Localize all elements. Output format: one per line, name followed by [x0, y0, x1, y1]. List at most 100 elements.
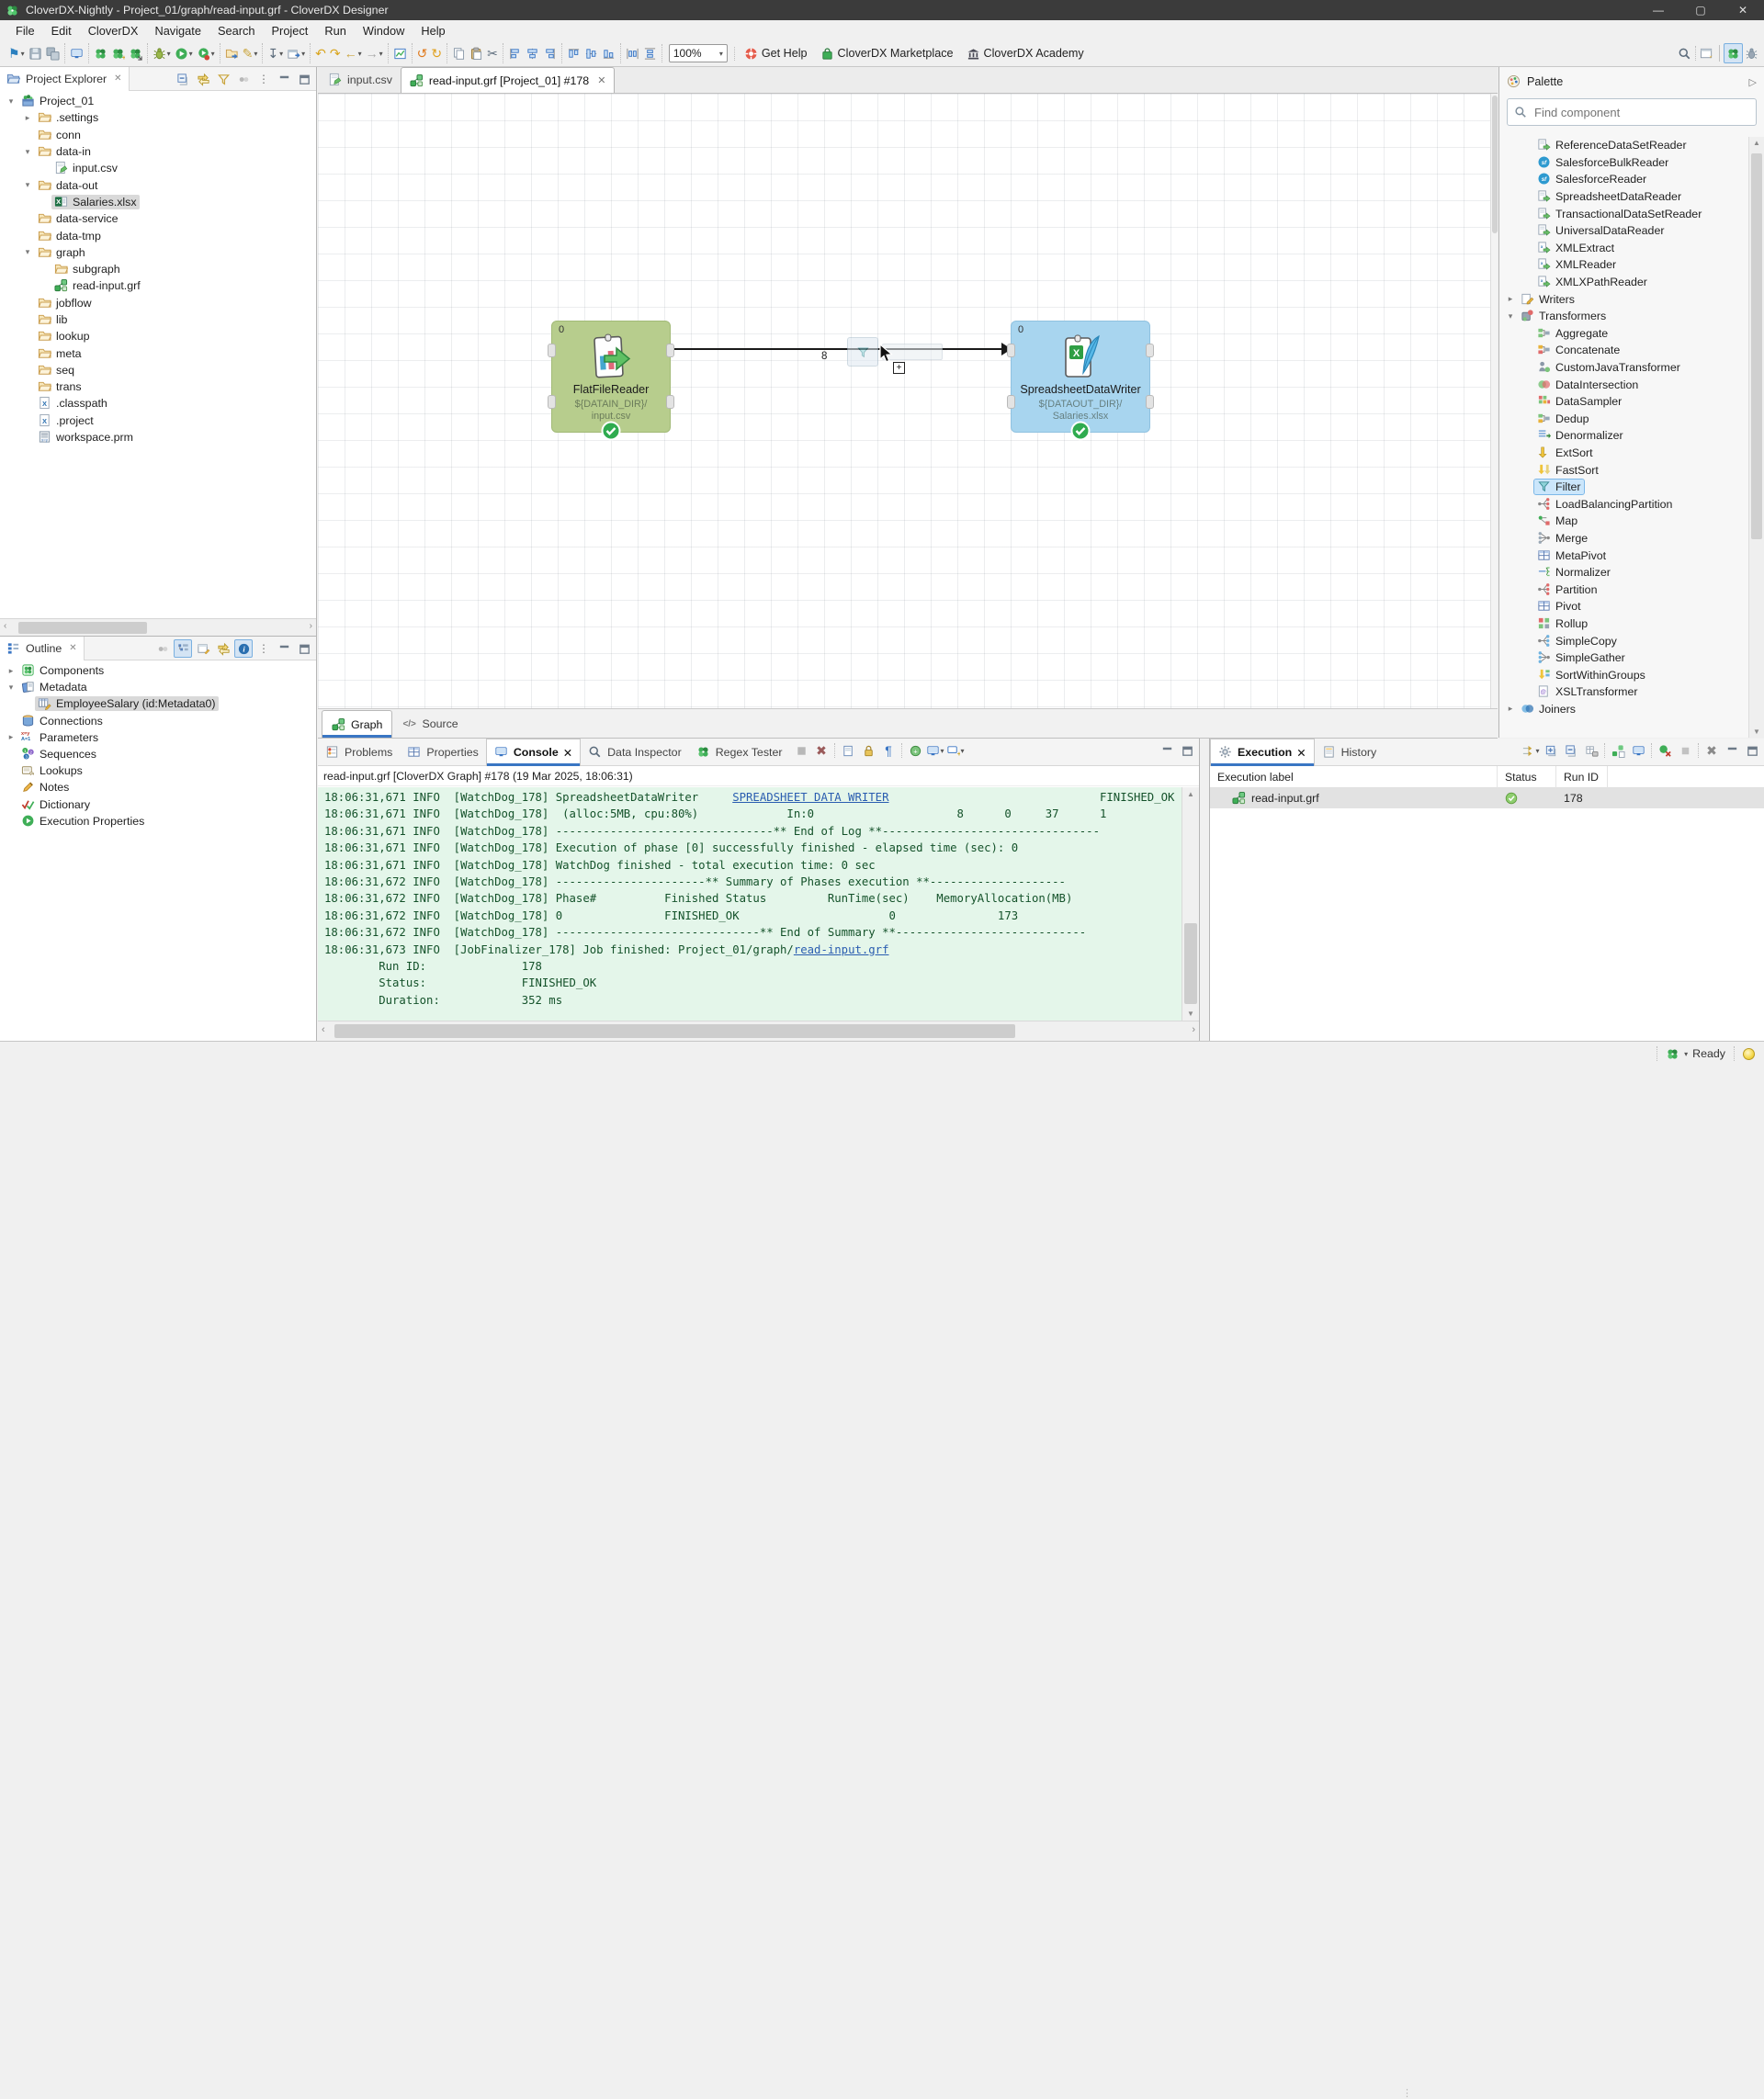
distribute-v-icon[interactable]: [641, 43, 659, 63]
collapse-arrow-icon[interactable]: ▾: [20, 180, 35, 190]
execution-tab-history[interactable]: History: [1315, 739, 1385, 766]
distribute-h-icon[interactable]: [624, 43, 641, 63]
palette-item-simplegather[interactable]: SimpleGather: [1499, 649, 1748, 667]
palette-item-joiners[interactable]: ▸Joiners: [1499, 701, 1748, 718]
stop-icon[interactable]: [1676, 741, 1694, 760]
canvas-vscrollbar[interactable]: [1490, 94, 1498, 708]
palette-item-fastsort[interactable]: FastSort: [1499, 461, 1748, 479]
redo-icon[interactable]: ↷: [328, 43, 343, 63]
input-port-stub[interactable]: [548, 395, 556, 409]
input-port-stub[interactable]: [548, 344, 556, 357]
bottom-tab-problems[interactable]: Problems: [318, 739, 400, 766]
project-item-data-in[interactable]: ▾data-in: [0, 143, 316, 160]
expand-arrow-icon[interactable]: ▸: [4, 666, 18, 676]
history-orange2-icon[interactable]: ↻: [429, 43, 444, 63]
menu-edit[interactable]: Edit: [43, 22, 80, 39]
annotate-icon[interactable]: ✎▾: [241, 43, 260, 63]
focus-icon[interactable]: [234, 70, 253, 88]
debug-perspective-icon[interactable]: [1743, 43, 1760, 63]
palette-item-normalizer[interactable]: Normalizer: [1499, 564, 1748, 581]
palette-item-dataintersection[interactable]: DataIntersection: [1499, 376, 1748, 393]
project-item-project[interactable]: X.project: [0, 412, 316, 429]
project-item-meta[interactable]: meta: [0, 344, 316, 361]
new-wizard-icon[interactable]: ⚑▾: [6, 43, 27, 63]
bottom-tab-regex-tester[interactable]: Regex Tester: [689, 739, 790, 766]
clover-new-icon[interactable]: +: [109, 43, 127, 63]
scroll-left-icon[interactable]: ‹: [4, 621, 6, 631]
scroll-lock-icon[interactable]: [859, 741, 877, 760]
open-graph-icon[interactable]: [223, 43, 241, 63]
info-icon[interactable]: i: [234, 639, 253, 658]
maximize-icon[interactable]: [295, 70, 313, 88]
vscroll-thumb[interactable]: [1184, 923, 1197, 1004]
palette-item-xmlxpathreader[interactable]: xXMLXPathReader: [1499, 274, 1748, 291]
back-icon[interactable]: ←▾: [343, 43, 364, 63]
expand-all-icon[interactable]: [1542, 741, 1560, 760]
project-item-seq[interactable]: seq: [0, 362, 316, 378]
copy-icon[interactable]: [450, 43, 468, 63]
kill-job-icon[interactable]: [1656, 741, 1674, 760]
palette-item-simplecopy[interactable]: SimpleCopy: [1499, 632, 1748, 649]
export-window-icon[interactable]: ▾: [285, 43, 307, 63]
output-port-stub[interactable]: [666, 344, 674, 357]
scroll-down-icon[interactable]: ▼: [1749, 728, 1764, 736]
open-perspective-icon[interactable]: [1698, 43, 1715, 63]
align-right-icon[interactable]: [541, 43, 559, 63]
close-icon[interactable]: ✕: [114, 73, 121, 84]
save-icon[interactable]: [27, 43, 44, 63]
vscroll-thumb[interactable]: [1751, 153, 1762, 539]
output-port-stub[interactable]: [666, 395, 674, 409]
outline-item-parameters[interactable]: ▸x=yA=1Parameters: [0, 729, 316, 746]
outline-item-execution-properties[interactable]: Execution Properties: [0, 813, 316, 829]
palette-item-xsltransformer[interactable]: @XSLTransformer: [1499, 683, 1748, 701]
palette-item-pivot[interactable]: Pivot: [1499, 598, 1748, 615]
academy-link[interactable]: CloverDX Academy: [960, 47, 1091, 61]
palette-item-partition[interactable]: Partition: [1499, 581, 1748, 598]
run-icon[interactable]: ▾: [173, 43, 195, 63]
scroll-right-icon[interactable]: ›: [310, 621, 312, 631]
project-item-input-csv[interactable]: input.csv: [0, 160, 316, 176]
project-item-data-out[interactable]: ▾data-out: [0, 176, 316, 193]
menu-search[interactable]: Search: [209, 22, 264, 39]
run-scheduler-icon[interactable]: ▾: [1521, 741, 1540, 760]
maximize-icon[interactable]: [1743, 741, 1761, 760]
view-tab-graph[interactable]: Graph: [322, 710, 392, 738]
minimize-icon[interactable]: [275, 70, 293, 88]
close-icon[interactable]: ✕: [69, 643, 76, 653]
palette-item-loadbalancingpartition[interactable]: LoadBalancingPartition: [1499, 495, 1748, 513]
filter-icon[interactable]: [214, 70, 232, 88]
link-editor-icon[interactable]: [194, 70, 212, 88]
menu-help[interactable]: Help: [413, 22, 453, 39]
collapse-all-icon[interactable]: [174, 70, 192, 88]
close-window-button[interactable]: ✕: [1722, 0, 1764, 20]
outline-item-notes[interactable]: Notes: [0, 779, 316, 796]
palette-item-merge[interactable]: Merge: [1499, 530, 1748, 547]
chevron-down-icon[interactable]: ▾: [1684, 1050, 1688, 1058]
vscroll-thumb[interactable]: [1492, 96, 1498, 233]
project-item-read-input-grf[interactable]: read-input.grf: [0, 277, 316, 294]
outline-item-lookups[interactable]: Lookups: [0, 762, 316, 779]
align-center-icon[interactable]: [524, 43, 541, 63]
remove-all-icon[interactable]: ✖: [1702, 741, 1721, 760]
outline-item-employeesalary-id-metadata0[interactable]: EmployeeSalary (id:Metadata0): [0, 695, 316, 712]
undo-icon[interactable]: ↶: [313, 43, 328, 63]
expand-arrow-icon[interactable]: ▸: [1503, 704, 1518, 714]
project-item-classpath[interactable]: X.classpath: [0, 395, 316, 412]
clover-import-icon[interactable]: [127, 43, 144, 63]
project-item-settings[interactable]: ▸.settings: [0, 109, 316, 126]
scroll-up-icon[interactable]: ▲: [1182, 790, 1199, 798]
pin-console-icon[interactable]: +: [906, 741, 924, 760]
marketplace-link[interactable]: CloverDX Marketplace: [814, 47, 960, 61]
terminate-icon[interactable]: [792, 741, 810, 760]
word-wrap-icon[interactable]: ¶: [879, 741, 898, 760]
align-bottom-icon[interactable]: [600, 43, 617, 63]
minimize-icon[interactable]: [1723, 741, 1741, 760]
execution-tab-execution[interactable]: Execution✕: [1210, 739, 1315, 766]
collapse-arrow-icon[interactable]: ▾: [4, 683, 18, 693]
search-input[interactable]: [1532, 105, 1749, 120]
align-middle-icon[interactable]: [582, 43, 600, 63]
close-icon[interactable]: ✕: [597, 74, 605, 86]
palette-item-map[interactable]: Map: [1499, 513, 1748, 530]
outline-item-sequences[interactable]: 123Sequences: [0, 746, 316, 762]
view-menu-icon[interactable]: ⋮: [254, 639, 273, 658]
